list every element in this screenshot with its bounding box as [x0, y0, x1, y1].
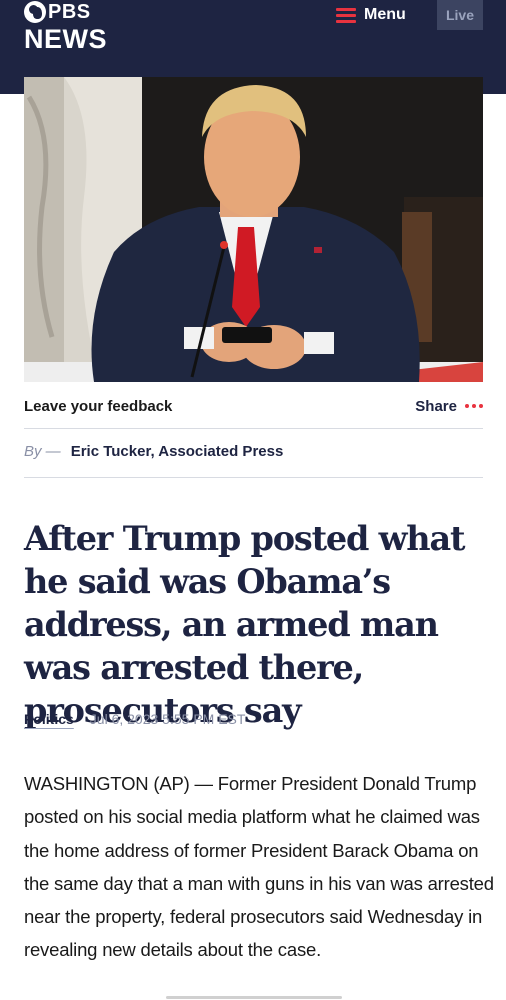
article-headline: After Trump posted what he said was Obam…: [24, 519, 465, 730]
utility-bar: Leave your feedback Share: [24, 394, 483, 418]
share-button[interactable]: Share: [415, 398, 483, 415]
article-photo: [24, 77, 483, 382]
share-label: Share: [415, 397, 457, 415]
category-link[interactable]: Politics: [24, 711, 74, 727]
leave-feedback-link[interactable]: Leave your feedback: [24, 398, 172, 415]
pbs-head-icon: [24, 1, 46, 23]
hamburger-icon: [336, 8, 356, 23]
menu-button[interactable]: Menu: [336, 6, 406, 24]
article-meta: Politics Jul 6, 2023 5:55 PM EST: [24, 711, 245, 727]
scroll-indicator: [166, 996, 342, 999]
byline-prefix: By —: [24, 443, 61, 460]
hero-image: [24, 77, 483, 382]
live-button[interactable]: Live: [437, 0, 483, 30]
divider: [24, 428, 483, 429]
article-body: WASHINGTON (AP) — Former President Donal…: [24, 773, 494, 961]
pbs-news-logo[interactable]: PBS NEWS: [24, 1, 107, 53]
more-dots-icon: [465, 404, 483, 408]
byline: By — Eric Tucker, Associated Press: [24, 443, 283, 460]
logo-top-row: PBS: [24, 1, 107, 23]
menu-label: Menu: [364, 6, 406, 23]
logo-pbs-text: PBS: [48, 1, 91, 23]
byline-author[interactable]: Eric Tucker, Associated Press: [71, 443, 284, 460]
publish-date: Jul 6, 2023 5:55 PM EST: [89, 711, 246, 727]
logo-news-text: NEWS: [24, 24, 107, 54]
divider: [24, 477, 483, 478]
